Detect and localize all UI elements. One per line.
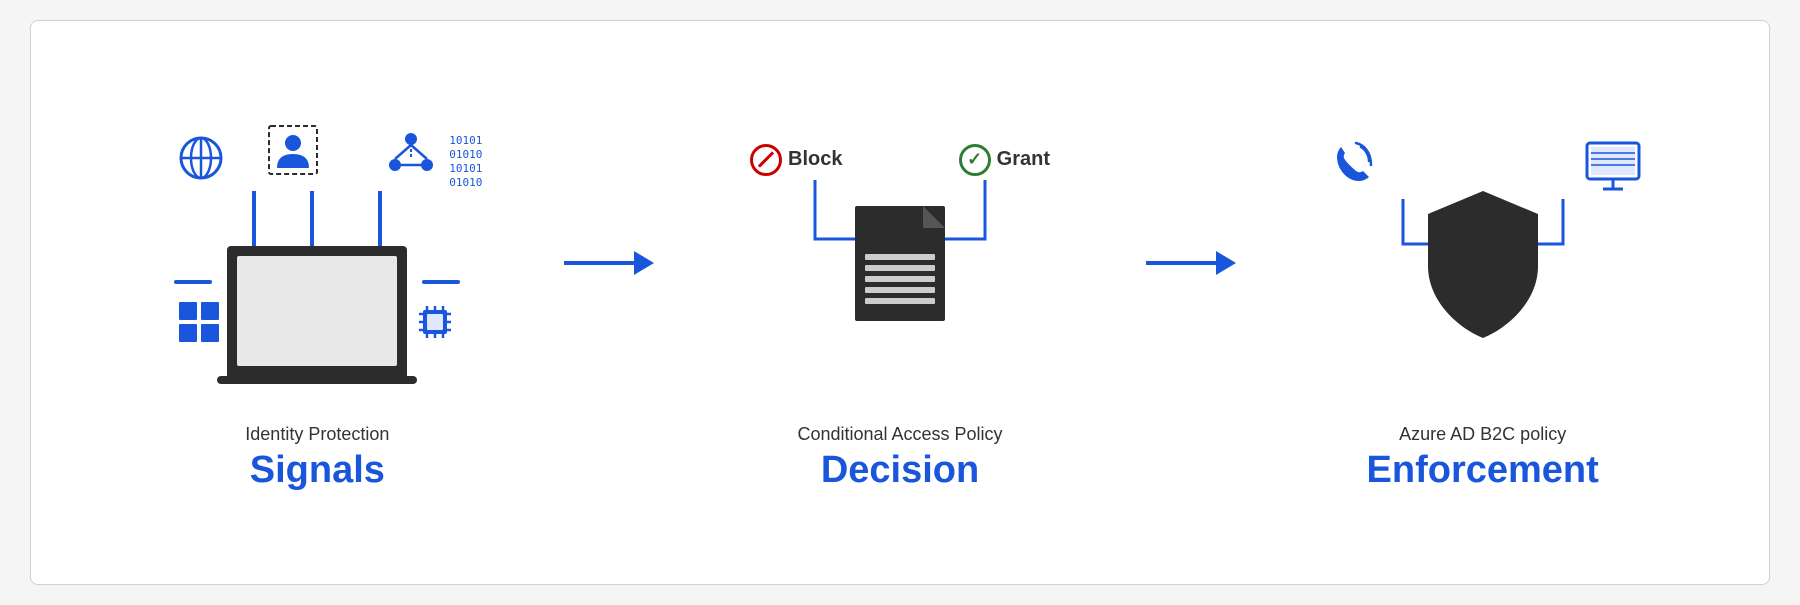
block-label: Block [750, 144, 842, 176]
chip-icon [413, 300, 457, 349]
network-icon [385, 129, 437, 186]
arrow-head-2 [1216, 251, 1236, 275]
laptop-screen-inner [237, 256, 397, 366]
grant-text: Grant [997, 148, 1050, 171]
signals-icon-area: 10101010101010101010 [147, 114, 487, 414]
person-icon [267, 124, 319, 185]
enforcement-sublabel: Azure AD B2C policy [1367, 424, 1599, 445]
wire-top-left [252, 191, 256, 246]
binary-icon: 10101010101010101010 [449, 134, 482, 191]
arrow-line-2 [1146, 261, 1216, 265]
enforcement-labels: Azure AD B2C policy Enforcement [1367, 424, 1599, 492]
monitor-icon [1583, 139, 1643, 199]
signals-graphic: 10101010101010101010 [147, 124, 487, 404]
arrow-shape-1 [564, 251, 654, 275]
doc-line-2 [865, 265, 935, 271]
arrow-1 [564, 251, 654, 355]
doc-lines [865, 254, 935, 309]
arrow-line-1 [564, 261, 634, 265]
doc-line-1 [865, 254, 935, 260]
decision-section: Block ✓ Grant [654, 114, 1147, 492]
arrow-head-1 [634, 251, 654, 275]
laptop-screen [227, 246, 407, 376]
wire-top-center [310, 191, 314, 246]
wire-top-right [378, 191, 382, 246]
decision-icon-area: Block ✓ Grant [730, 114, 1070, 414]
enforcement-section: Azure AD B2C policy Enforcement [1236, 114, 1729, 492]
enforcement-icon-area [1303, 114, 1663, 414]
wire-left [174, 280, 212, 284]
decision-sublabel: Conditional Access Policy [797, 424, 1002, 445]
block-icon [750, 144, 782, 176]
signals-section: 10101010101010101010 [71, 114, 564, 492]
wire-right [422, 280, 460, 284]
grant-label: ✓ Grant [959, 144, 1050, 176]
signals-labels: Identity Protection Signals [245, 424, 389, 492]
arrow-2 [1146, 251, 1236, 355]
signals-sublabel: Identity Protection [245, 424, 389, 445]
enforcement-mainlabel: Enforcement [1367, 449, 1599, 492]
decision-graphic: Block ✓ Grant [730, 124, 1070, 404]
diagram-container: 10101010101010101010 [30, 20, 1770, 585]
decision-mainlabel: Decision [797, 449, 1002, 492]
laptop-base [217, 376, 417, 384]
doc-line-3 [865, 276, 935, 282]
globe-icon [177, 134, 225, 187]
doc-line-4 [865, 287, 935, 293]
decision-labels: Conditional Access Policy Decision [797, 424, 1002, 492]
doc-corner [923, 206, 945, 228]
block-text: Block [788, 148, 842, 171]
signals-mainlabel: Signals [245, 449, 389, 492]
grant-icon: ✓ [959, 144, 991, 176]
enforcement-graphic [1303, 124, 1663, 404]
phone-icon [1323, 139, 1378, 199]
shield-icon [1418, 186, 1548, 341]
arrow-shape-2 [1146, 251, 1236, 275]
document-icon [855, 206, 945, 321]
doc-line-5 [865, 298, 935, 304]
grid-icon [177, 300, 221, 349]
